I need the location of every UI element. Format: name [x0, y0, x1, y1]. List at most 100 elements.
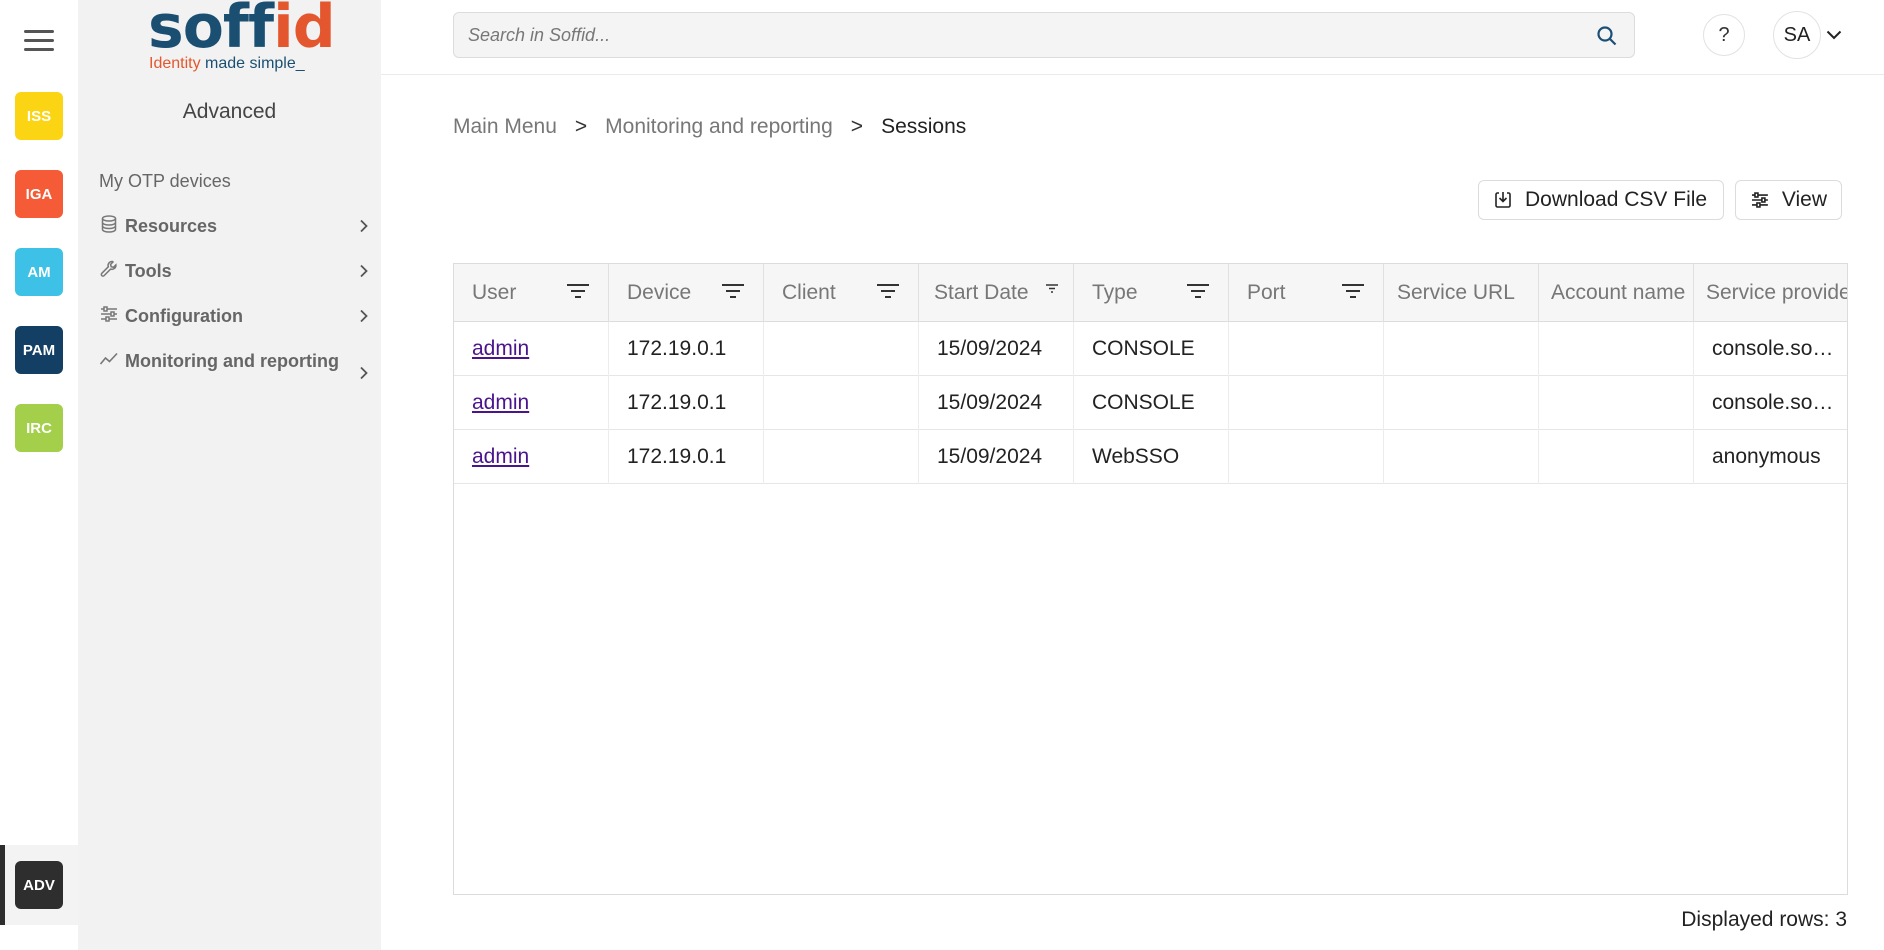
filter-icon[interactable]	[1186, 282, 1210, 300]
user-link[interactable]: admin	[472, 391, 529, 414]
column-header-device[interactable]: Device	[609, 264, 764, 322]
grid-header: User Device Client Start Date Type Port	[454, 264, 1848, 322]
user-link[interactable]: admin	[472, 337, 529, 360]
soffid-logo[interactable]: soffid Identity made simple_	[148, 0, 336, 75]
breadcrumb-separator: >	[574, 115, 588, 138]
breadcrumb-monitoring-reporting[interactable]: Monitoring and reporting	[605, 115, 833, 139]
download-csv-label: Download CSV File	[1525, 188, 1708, 211]
sidebar-item-label: Monitoring and reporting	[125, 351, 339, 371]
sessions-grid: User Device Client Start Date Type Port	[453, 263, 1848, 895]
download-icon	[1495, 192, 1511, 208]
help-button[interactable]: ?	[1703, 14, 1745, 56]
column-header-service-url[interactable]: Service URL	[1384, 264, 1539, 322]
column-header-client[interactable]: Client	[764, 264, 919, 322]
search-icon[interactable]	[1596, 25, 1618, 47]
user-avatar[interactable]: SA	[1773, 11, 1821, 59]
top-bar: ? SA	[381, 0, 1884, 75]
sidebar-item-label: Configuration	[125, 306, 243, 326]
cell-service-provider: console.soffid	[1694, 376, 1847, 430]
column-header-label: User	[472, 281, 517, 304]
app-badge-iss[interactable]: ISS	[15, 92, 63, 140]
chevron-right-icon	[360, 309, 368, 323]
user-link[interactable]: admin	[472, 445, 529, 468]
app-badge-adv[interactable]: ADV	[15, 861, 63, 909]
search-box	[453, 12, 1635, 58]
table-row[interactable]: admin 172.19.0.1 15/09/2024 WebSSO anony…	[454, 430, 1847, 484]
breadcrumb-main-menu[interactable]: Main Menu	[453, 115, 557, 139]
wrench-icon	[100, 260, 117, 277]
view-label: View	[1781, 188, 1827, 211]
cell-service-url	[1384, 376, 1539, 430]
sidebar-item-configuration[interactable]: Configuration	[99, 303, 371, 330]
sidebar-item-label: Resources	[125, 216, 218, 236]
displayed-rows-count: Displayed rows: 3	[1681, 908, 1847, 931]
column-header-label: Port	[1247, 281, 1286, 304]
cell-client	[764, 322, 919, 376]
app-badge-am[interactable]: AM	[15, 248, 63, 296]
breadcrumb-separator: >	[850, 115, 864, 138]
download-csv-button[interactable]: Download CSV File	[1478, 180, 1724, 220]
sidebar-item-tools[interactable]: Tools	[99, 258, 371, 285]
filter-icon[interactable]	[721, 282, 745, 300]
cell-port	[1229, 376, 1384, 430]
cell-device: 172.19.0.1	[609, 376, 764, 430]
cell-user: admin	[454, 376, 609, 430]
column-header-start-date[interactable]: Start Date	[919, 264, 1074, 322]
cell-account-name	[1539, 376, 1694, 430]
column-header-user[interactable]: User	[454, 264, 609, 322]
column-header-label: Type	[1092, 281, 1138, 304]
sliders-icon	[101, 306, 117, 322]
chevron-down-icon[interactable]	[1825, 26, 1843, 44]
cell-account-name	[1539, 322, 1694, 376]
column-header-label: Service URL	[1397, 281, 1515, 304]
cell-port	[1229, 430, 1384, 484]
cell-service-provider: console.soffid	[1694, 322, 1847, 376]
app-badge-irc[interactable]: IRC	[15, 404, 63, 452]
filter-icon[interactable]	[566, 282, 590, 300]
column-header-service-provider[interactable]: Service provider	[1694, 264, 1848, 322]
sidebar-item-label: Tools	[125, 261, 172, 281]
column-header-label: Client	[782, 281, 836, 304]
cell-user: admin	[454, 322, 609, 376]
cell-client	[764, 376, 919, 430]
cell-account-name	[1539, 430, 1694, 484]
column-header-port[interactable]: Port	[1229, 264, 1384, 322]
breadcrumb-sessions: Sessions	[881, 115, 967, 138]
cell-device: 172.19.0.1	[609, 430, 764, 484]
app-badge-pam[interactable]: PAM	[15, 326, 63, 374]
filter-icon[interactable]	[876, 282, 900, 300]
cell-type: CONSOLE	[1074, 376, 1229, 430]
column-header-type[interactable]: Type	[1074, 264, 1229, 322]
search-input[interactable]	[468, 13, 1588, 57]
cell-type: CONSOLE	[1074, 322, 1229, 376]
filter-icon[interactable]	[1341, 282, 1365, 300]
cell-device: 172.19.0.1	[609, 322, 764, 376]
table-row[interactable]: admin 172.19.0.1 15/09/2024 CONSOLE cons…	[454, 376, 1847, 430]
sidebar-item-otp-devices[interactable]: My OTP devices	[99, 168, 371, 195]
table-row[interactable]: admin 172.19.0.1 15/09/2024 CONSOLE cons…	[454, 322, 1847, 376]
view-button[interactable]: View	[1735, 180, 1842, 220]
column-header-label: Device	[627, 281, 692, 304]
sliders-icon	[1751, 192, 1768, 208]
hamburger-menu-icon[interactable]	[24, 30, 54, 52]
app-badge-iga[interactable]: IGA	[15, 170, 63, 218]
chevron-right-icon	[360, 219, 368, 233]
sidebar-title: Advanced	[182, 100, 277, 123]
database-icon	[101, 215, 117, 233]
sort-filter-icon[interactable]	[1045, 283, 1059, 294]
column-header-label: Start Date	[934, 281, 1029, 304]
cell-service-url	[1384, 430, 1539, 484]
logo-wordmark: soffid	[148, 0, 336, 62]
app-root: ISS IGA AM PAM IRC ADV soffid Identity m…	[0, 0, 1884, 950]
cell-start-date: 15/09/2024	[919, 376, 1074, 430]
chevron-right-icon	[360, 366, 368, 380]
sidebar-item-resources[interactable]: Resources	[99, 213, 371, 240]
breadcrumb: Main Menu > Monitoring and reporting > S…	[453, 115, 966, 139]
sidebar-item-monitoring-reporting[interactable]: Monitoring and reporting	[99, 348, 371, 380]
cell-service-url	[1384, 322, 1539, 376]
column-header-account-name[interactable]: Account name	[1539, 264, 1694, 322]
cell-user: admin	[454, 430, 609, 484]
column-header-label: Service provider	[1706, 281, 1848, 304]
sidebar-item-label: My OTP devices	[99, 171, 231, 191]
cell-port	[1229, 322, 1384, 376]
